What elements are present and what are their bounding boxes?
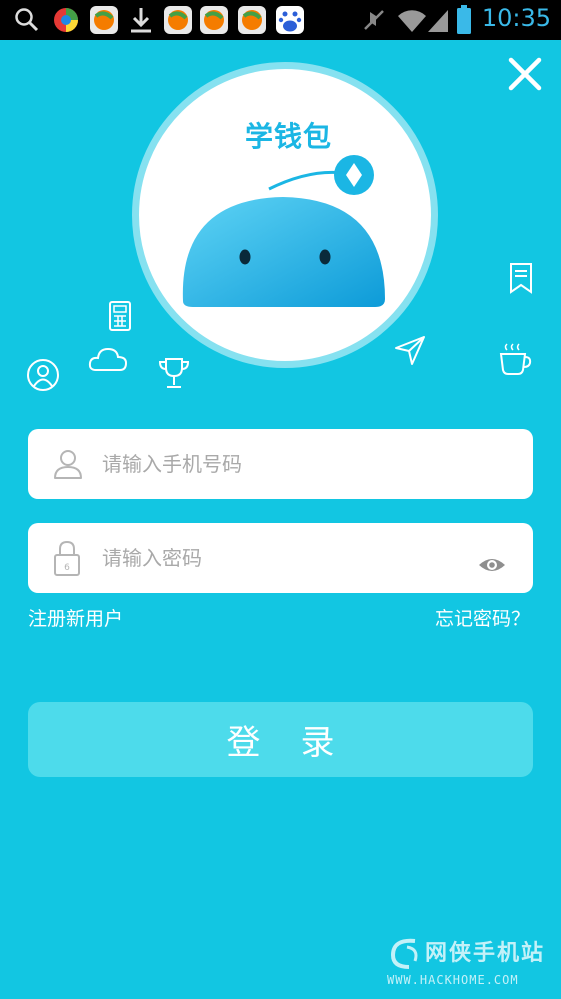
- cloud-icon: [88, 347, 128, 371]
- browser-icon: [54, 8, 78, 32]
- forgot-password-link[interactable]: 忘记密码？: [435, 604, 530, 631]
- password-field[interactable]: 6: [28, 523, 533, 593]
- watermark-logo-icon: [390, 938, 418, 969]
- app-icon: [200, 6, 228, 34]
- search-icon: [15, 8, 39, 32]
- calculator-icon: [109, 301, 131, 331]
- close-icon: [508, 57, 542, 91]
- eye-icon[interactable]: [478, 555, 506, 575]
- phone-input[interactable]: [102, 429, 462, 499]
- watermark-url: WWW.HACKHOME.COM: [387, 973, 519, 987]
- mute-icon: [364, 10, 384, 30]
- status-bar: 10:35: [0, 0, 561, 40]
- download-icon: [131, 8, 151, 33]
- user-icon: [54, 450, 82, 479]
- bookmark-icon: [510, 263, 532, 294]
- coffee-cup-icon: [499, 343, 532, 375]
- close-button[interactable]: [507, 56, 543, 92]
- watermark: 网侠手机站 WWW.HACKHOME.COM: [385, 933, 555, 995]
- wifi-icon: [398, 10, 426, 32]
- password-input[interactable]: [102, 523, 462, 593]
- app-icon: [238, 6, 266, 34]
- send-icon: [395, 336, 425, 365]
- register-link[interactable]: 注册新用户: [28, 604, 123, 631]
- phone-field[interactable]: [28, 429, 533, 499]
- user-circle-icon: [27, 359, 59, 391]
- lock-icon: 6: [54, 540, 80, 576]
- signal-icon: [428, 10, 448, 32]
- app-logo: 学钱包: [132, 62, 438, 368]
- trophy-icon: [158, 358, 190, 388]
- svg-text:6: 6: [64, 563, 70, 573]
- baidu-icon: [276, 6, 304, 34]
- app-icon: [164, 6, 192, 34]
- clock-time: 10:35: [481, 4, 551, 32]
- mascot-icon: [182, 155, 385, 307]
- watermark-title: 网侠手机站: [425, 941, 546, 966]
- login-button[interactable]: 登录: [28, 702, 533, 777]
- app-icon: [90, 6, 118, 34]
- battery-icon: [457, 5, 471, 34]
